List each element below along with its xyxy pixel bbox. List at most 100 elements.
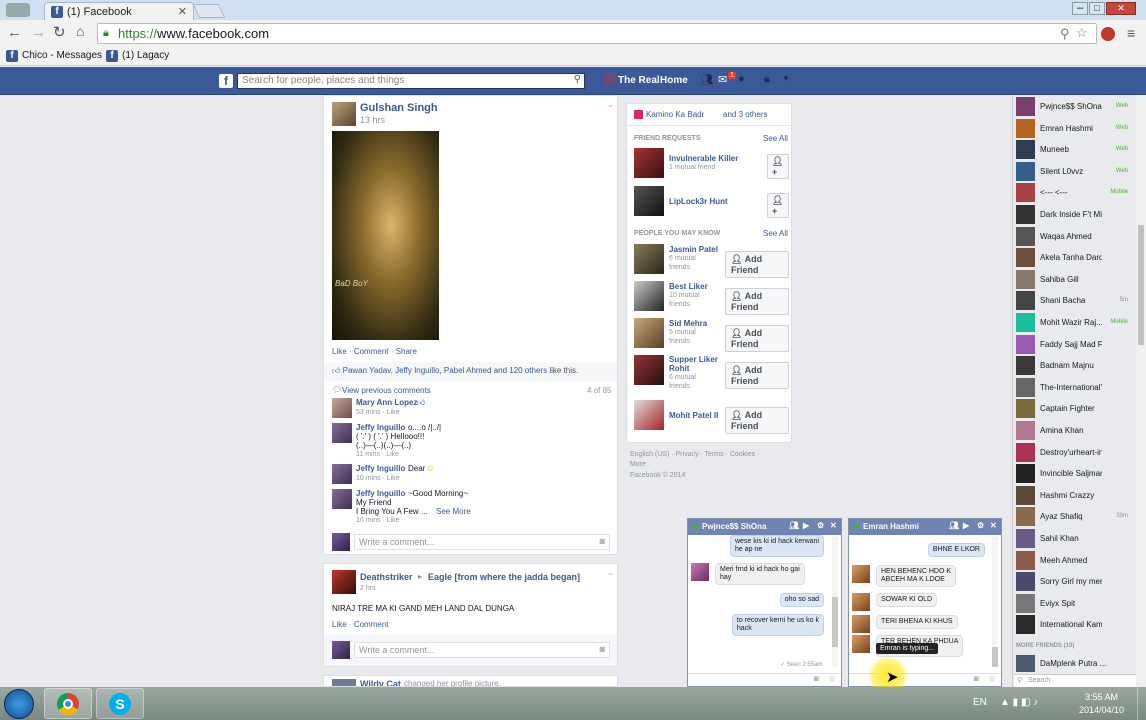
- tray-icons[interactable]: ▲ ▮ ◧ ♪: [1000, 697, 1038, 708]
- post-target[interactable]: Eagle [from where the jadda began]: [428, 572, 580, 582]
- chat-friend[interactable]: Mohit Wazir Raj... Mobile: [1016, 313, 1134, 333]
- add-people-icon[interactable]: 👥︎: [789, 521, 799, 530]
- home-icon[interactable]: ⌂: [76, 23, 84, 39]
- search-input[interactable]: Search for people, places and things ⚲: [237, 73, 585, 89]
- chat-scrollbar[interactable]: [992, 537, 998, 667]
- person-name[interactable]: Sid Mehra: [669, 319, 707, 328]
- show-desktop-button[interactable]: [1137, 687, 1146, 720]
- video-icon[interactable]: ▶: [963, 521, 969, 530]
- chat-friend[interactable]: Sorry Girl my memory-...: [1016, 572, 1134, 592]
- star-icon[interactable]: ☆: [1076, 25, 1088, 41]
- camera-icon[interactable]: ◙: [600, 644, 605, 654]
- sticker-icon[interactable]: ☺: [988, 674, 996, 683]
- video-icon[interactable]: ▶: [803, 521, 809, 530]
- chat-friend[interactable]: The-International'Kamino...: [1016, 377, 1134, 398]
- menu-icon[interactable]: ≡: [1127, 25, 1135, 41]
- sticker-icon[interactable]: ☺: [828, 674, 836, 683]
- comment-author[interactable]: Mary Ann Lopez: [356, 398, 417, 407]
- avatar[interactable]: [603, 73, 615, 85]
- chat-friend[interactable]: Shani Bacha 5m: [1016, 291, 1134, 311]
- new-tab-button[interactable]: [192, 4, 226, 18]
- chat-friend[interactable]: Meeh Ahmed: [1016, 550, 1134, 571]
- extension-icon[interactable]: [1101, 27, 1115, 41]
- chat-friend[interactable]: Faddy Sajj Mad Ft-Famo...: [1016, 334, 1134, 355]
- facebook-logo-icon[interactable]: f: [219, 74, 233, 88]
- chat-friend[interactable]: Hashmi Crazzy: [1016, 485, 1134, 506]
- clock-time[interactable]: 3:55 AM: [1085, 692, 1118, 702]
- chat-friend[interactable]: Badnam Majnu: [1016, 356, 1134, 376]
- add-friend-button[interactable]: 👤︎ Add Friend: [725, 407, 789, 434]
- comment-author[interactable]: Jeffy Inguillo: [356, 423, 405, 432]
- avatar[interactable]: [634, 148, 664, 178]
- chat-friend[interactable]: Ayaz Shafiq 39m: [1016, 507, 1134, 527]
- chrome-menu-icon[interactable]: [6, 3, 30, 17]
- chat-input[interactable]: ◙ ☺: [688, 673, 841, 686]
- like-link[interactable]: Like: [332, 620, 347, 629]
- request-name[interactable]: Invulnerable Killer: [669, 154, 738, 163]
- avatar[interactable]: [332, 464, 352, 484]
- chevron-down-icon[interactable]: ⌄: [607, 100, 614, 109]
- reload-icon[interactable]: ↻: [53, 23, 66, 41]
- person-name[interactable]: Jasmin Patel: [669, 245, 718, 254]
- chat-friend[interactable]: DaMplenk Putra ...: [1016, 655, 1134, 673]
- chat-titlebar[interactable]: Emran Hashmi 👥︎ ▶ ⚙ ✕: [849, 519, 1001, 535]
- friend-requests-icon[interactable]: 👥︎: [700, 73, 714, 86]
- browser-tab[interactable]: f (1) Facebook ✕: [44, 2, 194, 20]
- chat-friend[interactable]: Destroy'urheart-in Afew...: [1016, 442, 1134, 463]
- avatar[interactable]: [332, 489, 352, 509]
- add-friend-button[interactable]: 👤︎ Add Friend: [725, 288, 789, 315]
- chat-friend[interactable]: Captain Fighter: [1016, 399, 1134, 419]
- close-icon[interactable]: ✕: [990, 521, 997, 530]
- chat-search-input[interactable]: ⚲ Search: [1014, 674, 1136, 687]
- person-name[interactable]: Rohit: [669, 364, 689, 373]
- chat-friend[interactable]: <--- <--- Mobile: [1016, 183, 1134, 203]
- post-author[interactable]: Deathstriker: [360, 572, 413, 582]
- like-link[interactable]: Like: [332, 347, 347, 356]
- start-button[interactable]: [4, 689, 34, 719]
- see-more-link[interactable]: See More: [436, 507, 471, 516]
- avatar[interactable]: [332, 398, 352, 418]
- see-all-link[interactable]: See All: [763, 134, 788, 143]
- close-window-icon[interactable]: ✕: [1106, 2, 1136, 15]
- maximize-window-icon[interactable]: □: [1089, 2, 1105, 15]
- comment-input[interactable]: Write a comment... ◙: [354, 642, 610, 658]
- post-author[interactable]: Wildy Cat: [360, 679, 401, 686]
- avatar[interactable]: [634, 400, 664, 430]
- chrome-taskbar-icon[interactable]: [44, 688, 92, 719]
- skype-taskbar-icon[interactable]: S: [96, 688, 144, 719]
- chat-friend[interactable]: Dark Inside F't Mind: [1016, 205, 1134, 225]
- likes-others-link[interactable]: 120 others: [509, 366, 547, 375]
- avatar[interactable]: [332, 423, 352, 443]
- avatar[interactable]: [852, 593, 870, 611]
- camera-icon[interactable]: ◙: [600, 536, 605, 546]
- post-time[interactable]: 2 hrs: [360, 585, 376, 592]
- globe-icon[interactable]: ●: [738, 73, 745, 85]
- add-friend-icon[interactable]: 👤︎+: [767, 193, 789, 218]
- scrollbar-thumb[interactable]: [1138, 225, 1144, 345]
- chat-friend[interactable]: Sahiba Gill: [1016, 269, 1134, 290]
- search-icon[interactable]: ⚲: [1060, 26, 1070, 42]
- minimize-window-icon[interactable]: –: [1072, 2, 1088, 15]
- comment-link[interactable]: Comment: [354, 347, 389, 356]
- messages-icon[interactable]: ✉: [718, 73, 727, 86]
- language-indicator[interactable]: EN: [973, 697, 987, 708]
- bookmark-item[interactable]: (1) Lagacy: [122, 50, 169, 61]
- back-icon[interactable]: ←: [7, 24, 22, 41]
- add-people-icon[interactable]: 👥︎: [949, 521, 959, 530]
- sidebar-scrollbar[interactable]: [1136, 95, 1146, 687]
- avatar[interactable]: [852, 615, 870, 633]
- person-name[interactable]: Supper Liker: [669, 355, 718, 364]
- see-all-link[interactable]: See All: [763, 229, 788, 238]
- bookmark-item[interactable]: Chico - Messages: [22, 50, 102, 61]
- avatar[interactable]: [634, 281, 664, 311]
- person-name[interactable]: Mohit Patel II: [669, 411, 718, 420]
- avatar[interactable]: [634, 244, 664, 274]
- clock-date[interactable]: 2014/04/10: [1079, 705, 1124, 715]
- add-friend-button[interactable]: 👤︎ Add Friend: [725, 251, 789, 278]
- gear-icon[interactable]: ⚙: [817, 521, 824, 530]
- footer-more[interactable]: More ·: [630, 461, 650, 468]
- post-time[interactable]: 13 hrs: [360, 115, 385, 125]
- avatar[interactable]: [691, 563, 709, 581]
- group-others[interactable]: and 3 others: [723, 110, 767, 119]
- chat-friend[interactable]: Silent L0vvz Web: [1016, 161, 1134, 182]
